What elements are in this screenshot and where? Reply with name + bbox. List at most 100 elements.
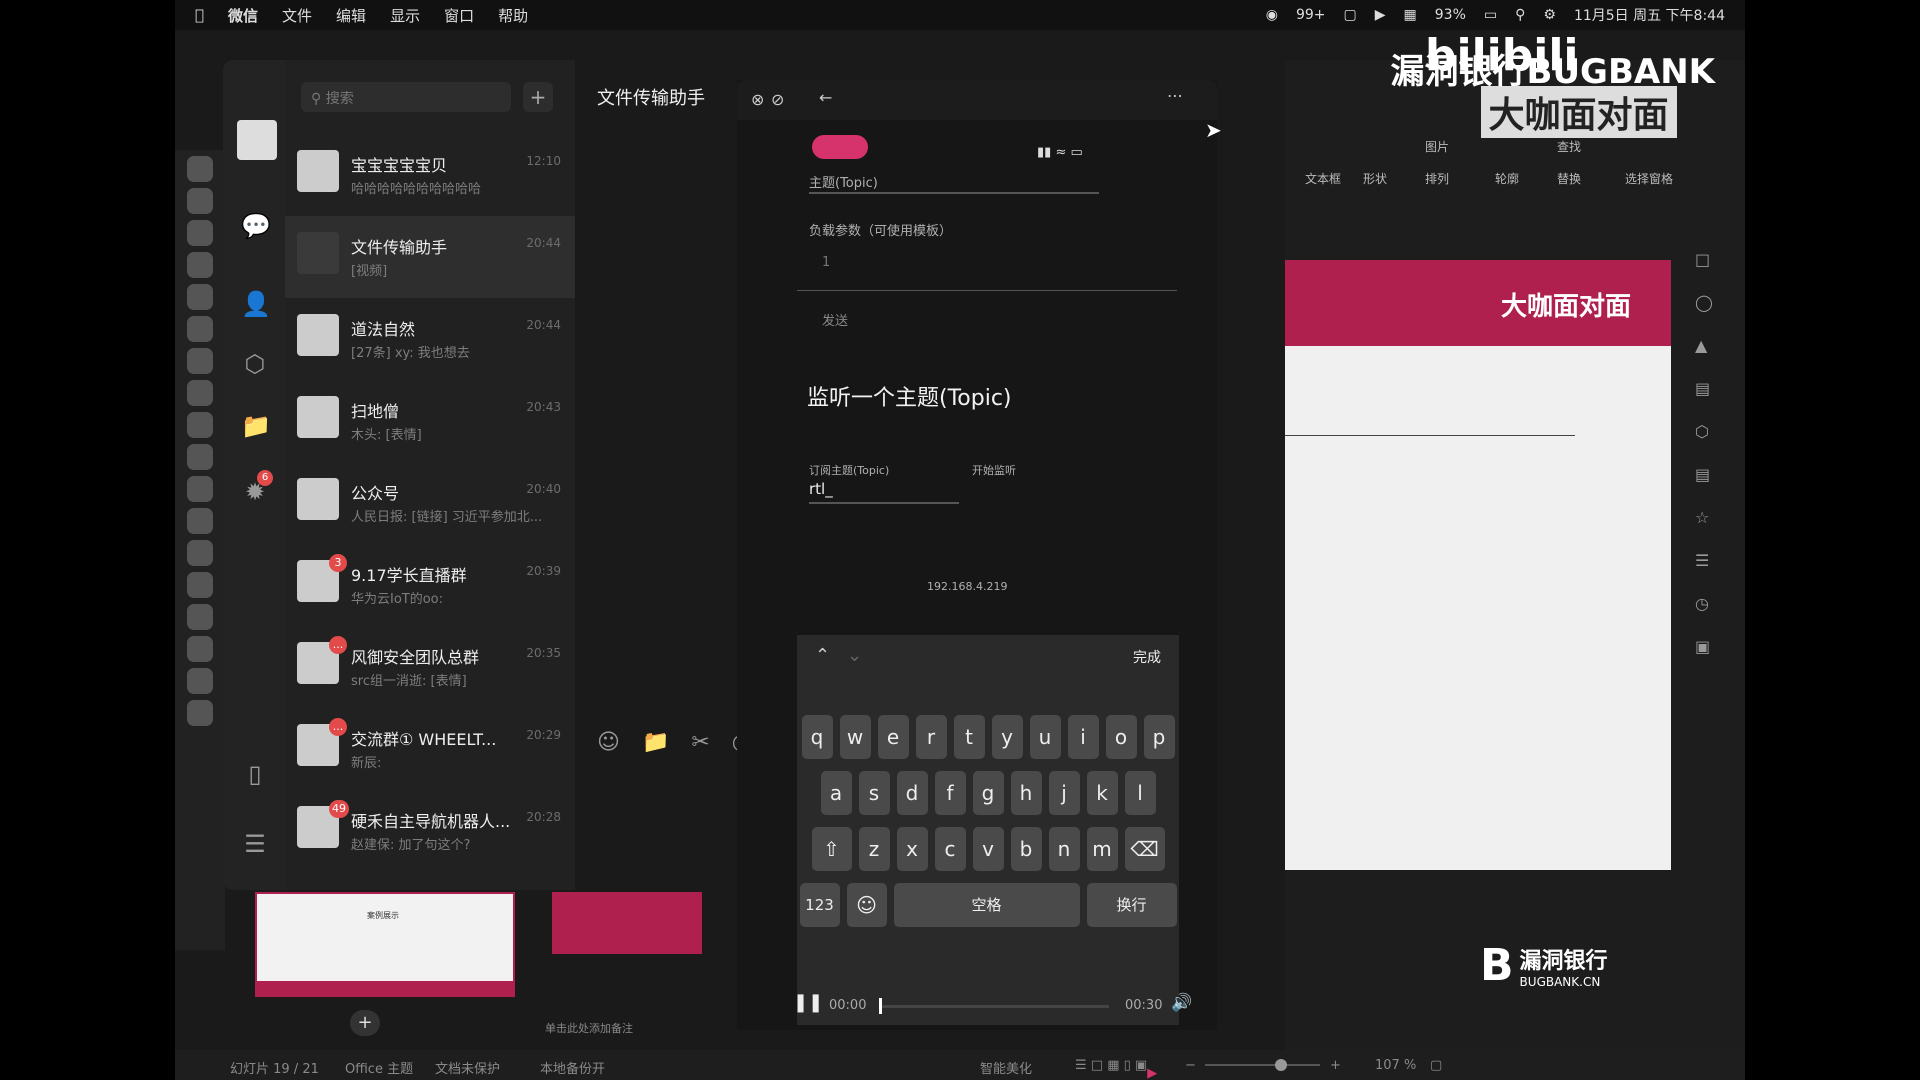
key[interactable]: p xyxy=(1143,715,1175,759)
list-item[interactable]: 公众号 人民日报: [链接] 习近平参加北... 20:40 xyxy=(285,462,575,544)
history-icon[interactable]: ◷ xyxy=(1695,594,1715,614)
wechat-status-icon[interactable]: ◉ xyxy=(1266,7,1278,23)
dock-app-icon[interactable] xyxy=(187,284,213,310)
video-progress-track[interactable] xyxy=(879,998,1109,1014)
key[interactable]: r xyxy=(915,715,947,759)
key[interactable]: z xyxy=(858,827,890,871)
video-progress-handle[interactable] xyxy=(879,998,882,1014)
sliders-icon[interactable]: ☰ xyxy=(1695,551,1715,571)
search-input[interactable]: ⚲ 搜索 xyxy=(301,82,511,112)
dock-app-icon[interactable] xyxy=(187,252,213,278)
play-slideshow-icon[interactable]: ▶ xyxy=(1147,1066,1157,1080)
ribbon-image[interactable]: 图片 xyxy=(1425,138,1449,155)
dock-app-icon[interactable] xyxy=(187,220,213,246)
add-button[interactable]: + xyxy=(523,82,553,112)
wps-icon[interactable]: ▢ xyxy=(1344,7,1357,23)
dock-app-icon[interactable] xyxy=(187,348,213,374)
dock-app-icon[interactable] xyxy=(187,540,213,566)
key[interactable]: v xyxy=(972,827,1004,871)
beautify-button[interactable]: 智能美化 xyxy=(980,1058,1032,1077)
zoom-slider-handle[interactable] xyxy=(1275,1059,1287,1071)
dock-app-icon[interactable] xyxy=(187,156,213,182)
ribbon-selection-pane[interactable]: 选择窗格 xyxy=(1625,170,1673,187)
key[interactable]: q xyxy=(801,715,833,759)
dock-app-icon[interactable] xyxy=(187,668,213,694)
key[interactable]: d xyxy=(896,771,928,815)
play-icon[interactable]: ▶ xyxy=(1375,7,1386,23)
list-item[interactable]: ... 风御安全团队总群 src组一消逝: [表情] 20:35 xyxy=(285,626,575,708)
chart-icon[interactable]: ▤ xyxy=(1695,379,1715,399)
control-center-icon[interactable]: ⚙ xyxy=(1543,7,1556,23)
menu-window[interactable]: 窗口 xyxy=(444,5,474,26)
payload-editor-border[interactable] xyxy=(797,290,1177,291)
ribbon-replace[interactable]: 替换 xyxy=(1557,170,1581,187)
scissors-icon[interactable]: ✂ xyxy=(691,730,709,755)
backspace-key-icon[interactable]: ⌫ xyxy=(1124,827,1165,871)
key[interactable]: c xyxy=(934,827,966,871)
done-button[interactable]: 完成 xyxy=(1133,647,1161,667)
subscribe-input[interactable]: rtl_ xyxy=(809,480,833,498)
tool-icon[interactable]: ▤ xyxy=(1695,465,1715,485)
ribbon-find[interactable]: 查找 xyxy=(1557,138,1581,155)
star-icon[interactable]: ☆ xyxy=(1695,508,1715,528)
slide-thumbnail-next[interactable] xyxy=(552,892,702,954)
image-icon[interactable]: ▣ xyxy=(1695,637,1715,657)
dock-app-icon[interactable] xyxy=(187,188,213,214)
protect-status[interactable]: 文档未保护 xyxy=(435,1058,500,1077)
pause-icon[interactable]: ❚❚ xyxy=(793,992,823,1013)
menu-app-name[interactable]: 微信 xyxy=(228,5,258,26)
ribbon-outline[interactable]: 轮廓 xyxy=(1495,170,1519,187)
return-key[interactable]: 换行 xyxy=(1086,883,1177,927)
folder-icon[interactable]: 📁 xyxy=(241,412,271,440)
tool-icon[interactable]: □ xyxy=(1695,250,1715,270)
list-item[interactable]: 道法自然 [27条] xy: 我也想去 20:44 xyxy=(285,298,575,380)
list-item[interactable]: 扫地僧 木头: [表情] 20:43 xyxy=(285,380,575,462)
menu-help[interactable]: 帮助 xyxy=(498,5,528,26)
dock-app-icon[interactable] xyxy=(187,604,213,630)
key[interactable]: j xyxy=(1048,771,1080,815)
key[interactable]: y xyxy=(991,715,1023,759)
more-icon[interactable]: ⋯ xyxy=(1167,86,1183,105)
key[interactable]: o xyxy=(1105,715,1137,759)
menu-file[interactable]: 文件 xyxy=(282,5,312,26)
shift-key-icon[interactable]: ⇧ xyxy=(811,827,852,871)
chat-icon[interactable]: 💬 xyxy=(241,212,271,240)
key[interactable]: g xyxy=(972,771,1004,815)
contacts-icon[interactable]: 👤 xyxy=(241,290,271,318)
dock-app-icon[interactable] xyxy=(187,412,213,438)
apple-icon[interactable]:  xyxy=(195,6,204,24)
tool-icon[interactable]: ⬡ xyxy=(1695,422,1715,442)
ribbon-arrange[interactable]: 排列 xyxy=(1425,170,1449,187)
tool-icon[interactable]: ▲ xyxy=(1695,336,1715,356)
list-item[interactable]: 3 9.17学长直播群 华为云IoT的oo: 20:39 xyxy=(285,544,575,626)
view-icons[interactable]: ☰ □ ▦ ▯ ▣ ▶ xyxy=(1075,1058,1157,1080)
number-key[interactable]: 123 xyxy=(799,883,840,927)
theme-name[interactable]: Office 主题 xyxy=(345,1058,413,1077)
chevron-up-icon[interactable]: ⌃ xyxy=(815,645,830,666)
dock-app-icon[interactable] xyxy=(187,316,213,342)
key[interactable]: l xyxy=(1124,771,1156,815)
notes-placeholder[interactable]: 单击此处添加备注 xyxy=(545,1020,633,1036)
battery-icon[interactable]: ▭ xyxy=(1484,7,1497,23)
space-key[interactable]: 空格 xyxy=(893,883,1080,927)
dock-app-icon[interactable] xyxy=(187,476,213,502)
favorites-icon[interactable]: ⬡ xyxy=(241,350,269,378)
key[interactable]: s xyxy=(858,771,890,815)
ribbon-textbox[interactable]: 文本框 xyxy=(1305,170,1341,187)
phone-icon[interactable]: ▯ xyxy=(241,760,269,788)
emoji-key-icon[interactable]: ☺ xyxy=(846,883,887,927)
search-icon[interactable]: ⚲ xyxy=(1515,7,1525,23)
key[interactable]: w xyxy=(839,715,871,759)
backup-status[interactable]: 本地备份开 xyxy=(540,1058,605,1077)
zoom-slider[interactable] xyxy=(1205,1059,1320,1071)
fit-window-icon[interactable]: ▢ xyxy=(1430,1058,1442,1073)
key[interactable]: k xyxy=(1086,771,1118,815)
dock-app-icon[interactable] xyxy=(187,380,213,406)
tool-icon[interactable]: ◯ xyxy=(1695,293,1715,313)
key[interactable]: x xyxy=(896,827,928,871)
list-item[interactable]: 宝宝宝宝宝贝 哈哈哈哈哈哈哈哈哈哈 12:10 xyxy=(285,134,575,216)
key[interactable]: f xyxy=(934,771,966,815)
key[interactable]: u xyxy=(1029,715,1061,759)
zoom-level[interactable]: 107 % xyxy=(1375,1058,1416,1073)
clock[interactable]: 11月5日 周五 下午8:44 xyxy=(1574,5,1725,25)
